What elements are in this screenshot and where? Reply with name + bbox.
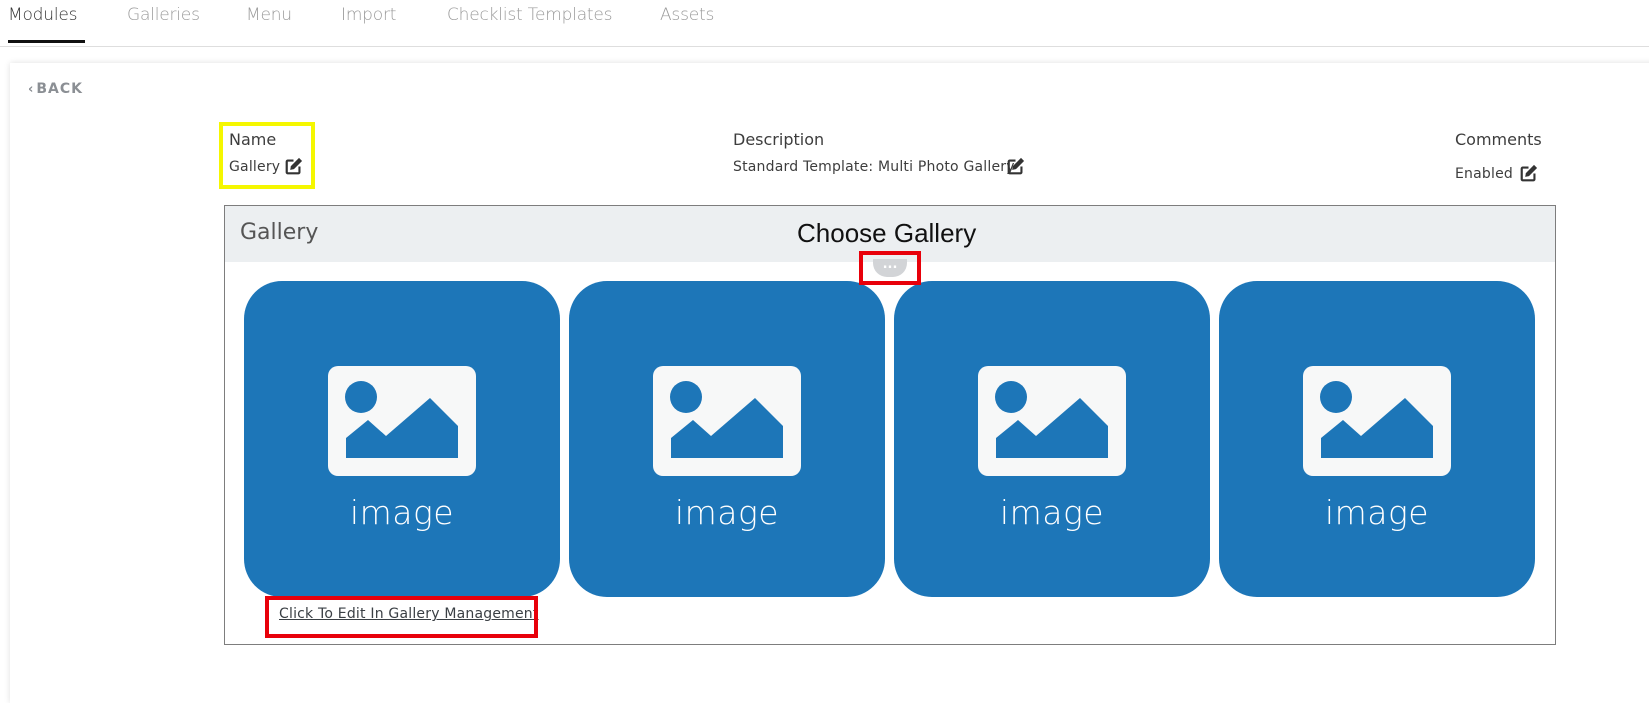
tab-assets[interactable]: Assets <box>660 5 714 25</box>
gallery-management-link[interactable]: Click To Edit In Gallery Management <box>279 606 539 622</box>
gallery-tile[interactable]: image <box>1219 281 1535 597</box>
tile-caption: image <box>1324 493 1430 532</box>
top-tabs: Modules Galleries Menu Import Checklist … <box>0 0 1649 47</box>
gallery-tile[interactable]: image <box>569 281 885 597</box>
name-label: Name <box>229 130 277 149</box>
tab-galleries[interactable]: Galleries <box>127 5 200 25</box>
image-placeholder-icon <box>1303 366 1451 476</box>
back-button[interactable]: ‹ BACK <box>28 81 83 97</box>
active-tab-indicator <box>8 40 85 43</box>
image-placeholder-icon <box>978 366 1126 476</box>
choose-gallery-button[interactable]: Choose Gallery <box>797 218 976 249</box>
tab-menu[interactable]: Menu <box>246 5 292 25</box>
gallery-header: Gallery Choose Gallery <box>225 206 1555 262</box>
image-placeholder-icon <box>653 366 801 476</box>
edit-name-icon[interactable] <box>283 156 304 177</box>
gallery-module-preview: Gallery Choose Gallery ... image image i… <box>224 205 1556 645</box>
tab-modules[interactable]: Modules <box>8 5 77 25</box>
description-value: Standard Template: Multi Photo Gallery <box>733 159 1015 175</box>
back-label: BACK <box>36 81 83 97</box>
more-options-button[interactable]: ... <box>873 258 907 277</box>
tab-checklist-templates[interactable]: Checklist Templates <box>447 5 612 25</box>
description-label: Description <box>733 130 825 149</box>
name-value: Gallery <box>229 159 281 175</box>
comments-value: Enabled <box>1455 166 1513 182</box>
gallery-tile[interactable]: image <box>244 281 560 597</box>
comments-label: Comments <box>1455 130 1542 149</box>
edit-comments-icon[interactable] <box>1518 163 1539 184</box>
edit-description-icon[interactable] <box>1005 156 1026 177</box>
tile-caption: image <box>674 493 780 532</box>
image-placeholder-icon <box>328 366 476 476</box>
tile-caption: image <box>999 493 1105 532</box>
tab-import[interactable]: Import <box>341 5 396 25</box>
chevron-left-icon: ‹ <box>28 82 35 97</box>
tile-caption: image <box>349 493 455 532</box>
gallery-title: Gallery <box>240 220 319 245</box>
gallery-tile[interactable]: image <box>894 281 1210 597</box>
